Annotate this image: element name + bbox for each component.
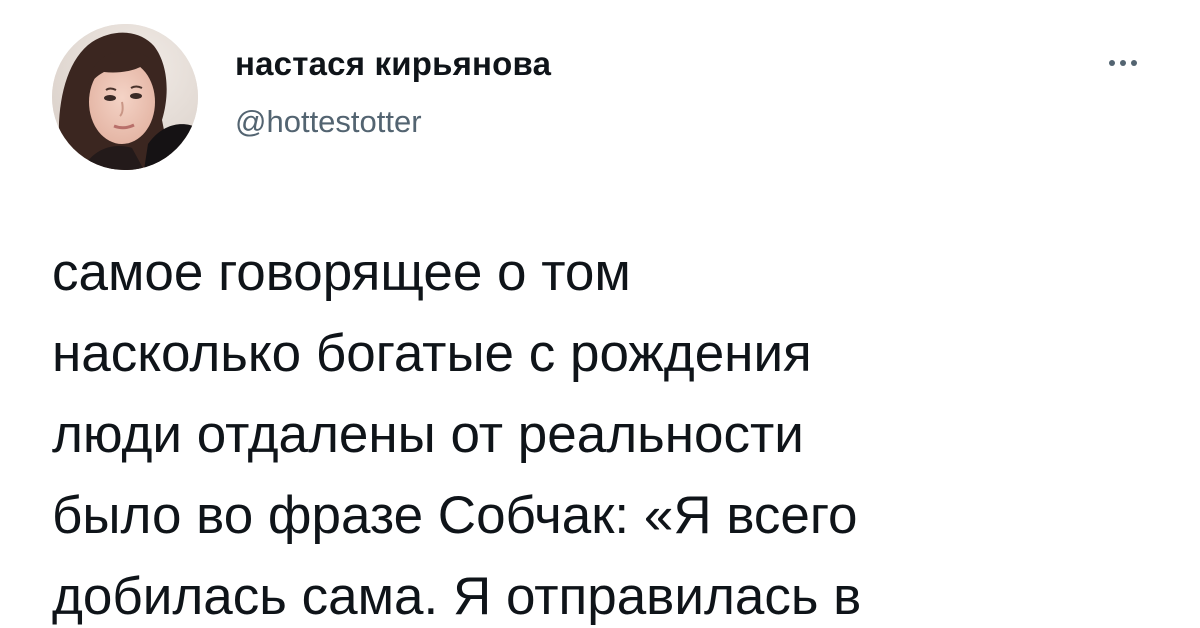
- tweet-text: самое говорящее о том насколько богатые …: [52, 232, 1172, 628]
- author-handle[interactable]: @hottestotter: [235, 104, 422, 140]
- author-display-name[interactable]: настася кирьянова: [235, 45, 551, 83]
- tweet-text-line: самое говорящее о том: [52, 243, 631, 302]
- profile-photo-icon: [52, 24, 198, 170]
- tweet-text-line: люди отдалены от реальности: [52, 405, 804, 464]
- tweet-text-line: было во фразе Собчак: «Я всего: [52, 486, 858, 545]
- avatar[interactable]: [52, 24, 198, 170]
- tweet-text-line: насколько богатые с рождения: [52, 324, 812, 383]
- tweet-card: настася кирьянова @hottestotter самое го…: [0, 0, 1200, 628]
- tweet-text-line: добилась сама. Я отправилась в: [52, 567, 862, 626]
- more-options-button[interactable]: [1096, 48, 1150, 78]
- more-horizontal-icon: [1109, 60, 1137, 66]
